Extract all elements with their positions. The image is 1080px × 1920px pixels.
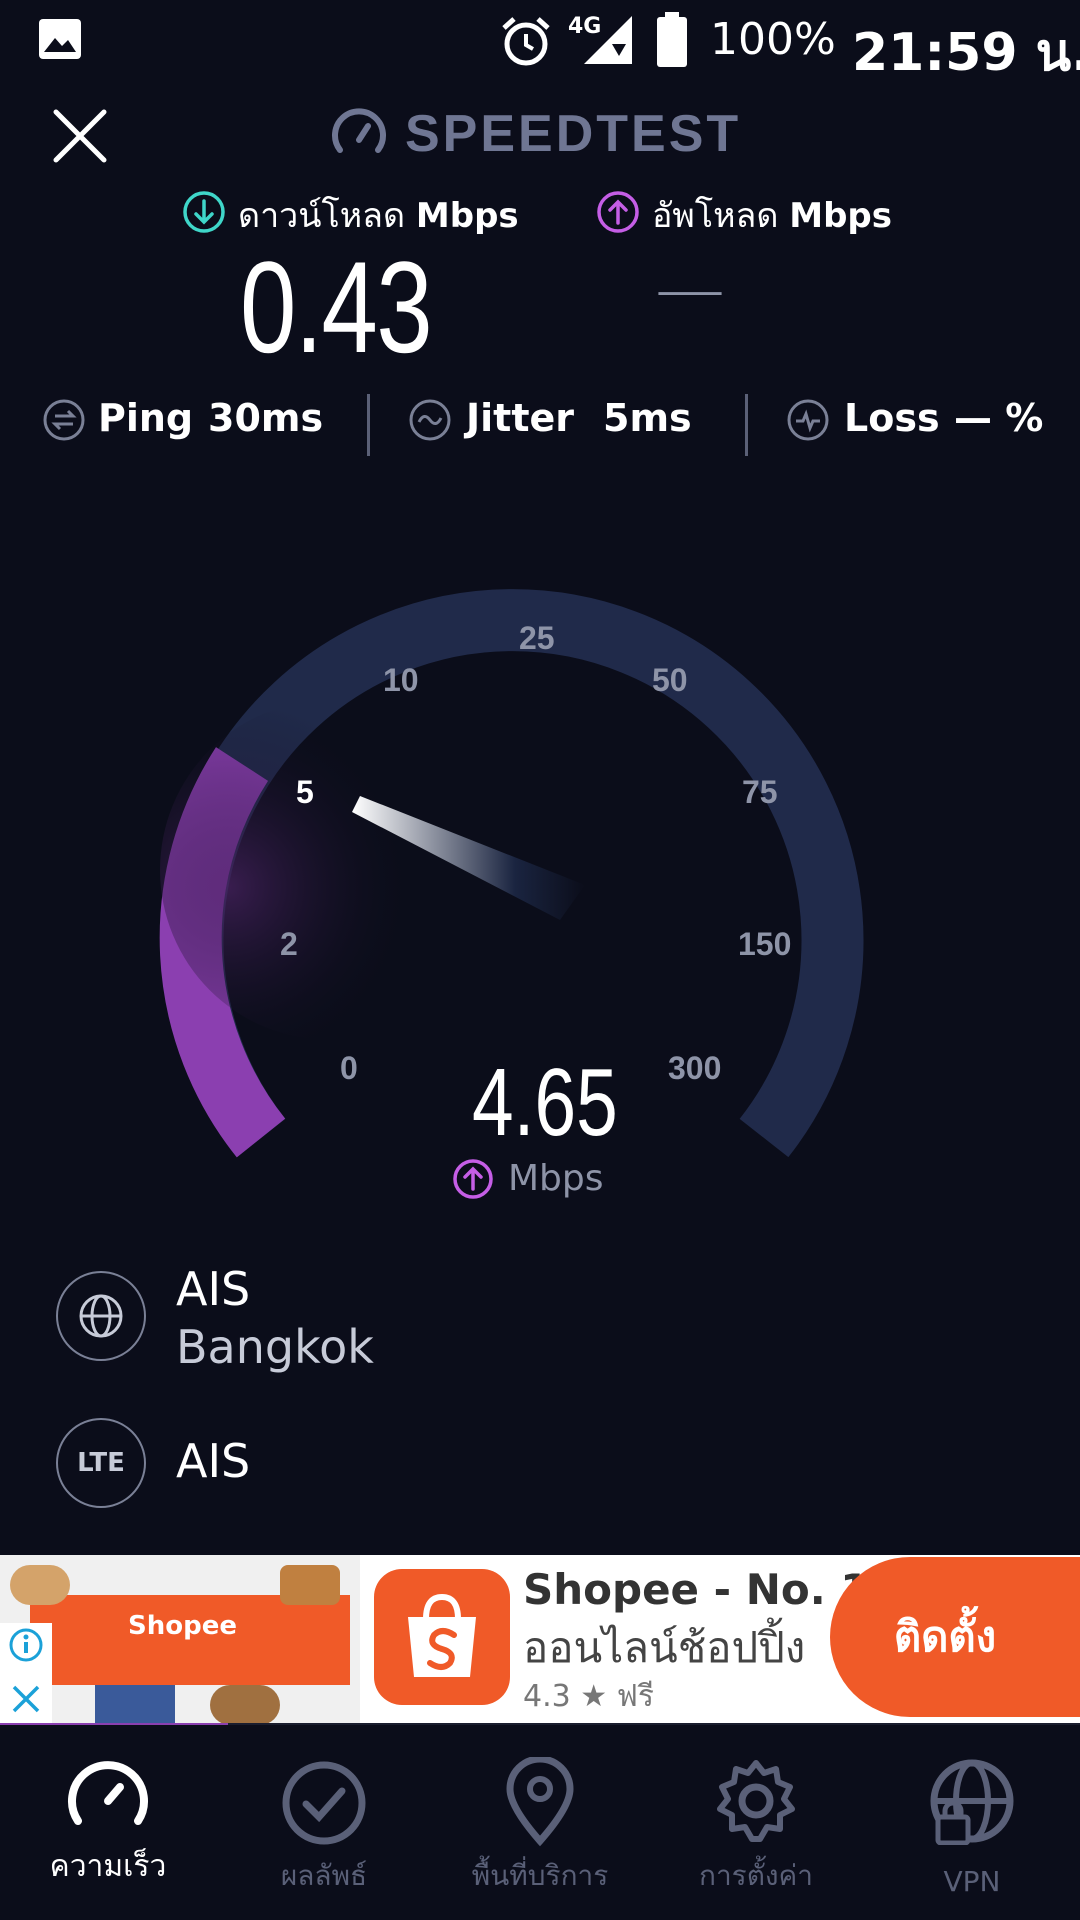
speedometer-icon [68, 1761, 148, 1825]
app-title: SPEEDTEST [405, 105, 742, 163]
ad-image-belt [210, 1685, 280, 1725]
app-header: SPEEDTEST [0, 84, 1080, 184]
lte-label: LTE [77, 1448, 125, 1478]
gallery-notification-icon [39, 19, 81, 59]
jitter-value: 5ms [603, 396, 692, 440]
status-bar: 4G 100% 21:59 น. [0, 0, 1080, 84]
nav-label: พื้นที่บริการ [471, 1859, 609, 1892]
install-button[interactable]: ติดตั้ง [830, 1557, 1080, 1717]
battery-icon [657, 12, 687, 67]
vpn-globe-lock-icon [930, 1759, 1014, 1845]
clock: 21:59 น. [852, 23, 1080, 83]
gauge-tick: 25 [519, 620, 555, 656]
ad-rating: 4.3 ★ ฟรี [523, 1679, 655, 1714]
nav-item-settings[interactable]: การตั้งค่า [648, 1725, 864, 1920]
nav-item-vpn[interactable]: VPN [864, 1725, 1080, 1920]
server-provider: AIS [176, 1262, 251, 1316]
metrics-divider [745, 394, 748, 456]
gauge-tick: 50 [652, 662, 688, 698]
connection-type-badge: LTE [56, 1418, 146, 1508]
nav-label: ความเร็ว [49, 1849, 167, 1884]
nav-item-results[interactable]: ผลลัพธ์ [216, 1725, 432, 1920]
gauge-tick: 10 [383, 662, 419, 698]
gauge-tick: 5 [296, 774, 314, 810]
shopee-app-icon[interactable] [374, 1569, 510, 1705]
gear-icon [717, 1760, 795, 1842]
nav-item-speed[interactable]: ความเร็ว [0, 1725, 216, 1920]
gauge-tick: 0 [340, 1050, 358, 1086]
download-icon [183, 191, 225, 233]
alarm-icon [502, 17, 550, 66]
info-icon[interactable] [8, 1627, 44, 1663]
upload-label: อัพโหลด Mbps [652, 196, 892, 236]
server-globe-button [56, 1271, 146, 1361]
ping-label: Ping [98, 396, 194, 440]
metrics-row: Ping 30ms Jitter 5ms Loss — % [0, 390, 1080, 460]
ad-choices[interactable] [0, 1623, 52, 1725]
ad-image-shoe [280, 1565, 340, 1605]
jitter-icon [409, 399, 451, 441]
ping-value: 30ms [208, 396, 324, 440]
upload-icon [453, 1159, 493, 1199]
ad-image-brand: Shopee [128, 1611, 237, 1641]
gauge-glow [160, 700, 500, 1040]
globe-icon [79, 1294, 123, 1338]
loss-icon [787, 399, 829, 441]
nav-label: ผลลัพธ์ [280, 1859, 368, 1892]
jitter-label: Jitter [466, 396, 575, 440]
speedtest-logo-icon [332, 108, 386, 153]
bottom-nav: ความเร็ว ผลลัพธ์ พื้นที่บริการ การตั้งค่… [0, 1725, 1080, 1920]
ad-subtitle: ออนไลน์ช้อปปิ้ง [523, 1623, 806, 1672]
current-speed-unit: Mbps [508, 1158, 604, 1199]
upload-value: — [655, 248, 725, 330]
nav-item-coverage[interactable]: พื้นที่บริการ [432, 1725, 648, 1920]
close-ad-icon[interactable] [10, 1683, 42, 1715]
install-button-label: ติดตั้ง [893, 1612, 997, 1661]
ad-title: Shopee - No. 1 [523, 1565, 870, 1614]
gauge-tick: 2 [280, 926, 298, 962]
ad-image[interactable]: Shopee [0, 1555, 360, 1725]
check-circle-icon [282, 1761, 366, 1845]
connection-provider: AIS [176, 1434, 251, 1488]
close-icon[interactable] [52, 108, 108, 164]
nav-label: VPN [943, 1865, 1001, 1898]
ad-image-hat [10, 1565, 70, 1605]
signal-icon [584, 16, 632, 64]
location-pin-icon [506, 1757, 574, 1847]
upload-icon [597, 191, 639, 233]
ad-image-jeans [95, 1685, 175, 1725]
battery-percent: 100% [710, 14, 836, 65]
metrics-divider [367, 394, 370, 456]
nav-label: การตั้งค่า [698, 1859, 814, 1892]
gauge-tick: 150 [738, 926, 792, 962]
download-value: 0.43 [240, 234, 433, 380]
loss-label: Loss [844, 396, 940, 440]
current-speed: 4.65 [472, 1049, 618, 1156]
gauge-tick: 75 [742, 774, 778, 810]
loss-value: — % [954, 396, 1044, 440]
ad-banner[interactable]: Shopee Shopee - No. 1 ออนไลน์ช้อปปิ้ง 4.… [0, 1555, 1080, 1725]
ping-icon [43, 399, 85, 441]
server-location: Bangkok [176, 1320, 374, 1374]
gauge-tick: 300 [668, 1050, 722, 1086]
